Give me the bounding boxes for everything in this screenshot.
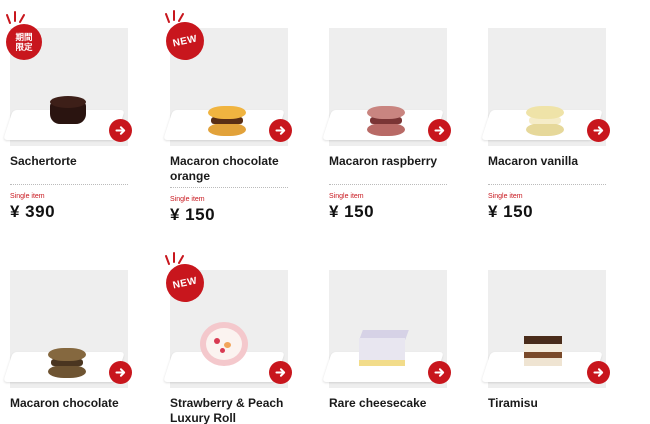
- product-card[interactable]: NEW Strawberry & Peach Luxury Roll: [162, 252, 292, 424]
- product-card[interactable]: 期間 限定 Sachertorte Single item ¥ 390: [3, 11, 132, 222]
- product-name[interactable]: Sachertorte: [10, 154, 132, 184]
- arrow-right-button[interactable]: [587, 119, 610, 142]
- arrow-right-button[interactable]: [109, 119, 132, 142]
- divider: [10, 184, 128, 185]
- sparkle-lines: [165, 252, 184, 265]
- arrow-right-button[interactable]: [109, 361, 132, 384]
- product-grid: 期間 限定 Sachertorte Single item ¥ 390 NEW M…: [0, 0, 650, 424]
- product-name[interactable]: Tiramisu: [488, 396, 610, 424]
- product-price: ¥ 150: [329, 202, 375, 221]
- arrow-right-icon: [115, 126, 126, 135]
- arrow-right-button[interactable]: [269, 361, 292, 384]
- arrow-right-icon: [593, 368, 604, 377]
- product-card[interactable]: Tiramisu: [481, 270, 610, 424]
- product-card[interactable]: NEW Macaron chocolate orange Single item…: [162, 10, 292, 225]
- single-item-label: Single item: [488, 193, 523, 200]
- arrow-right-icon: [275, 368, 286, 377]
- product-card[interactable]: Macaron raspberry Single item ¥ 150: [322, 28, 451, 222]
- product-image[interactable]: NEW: [162, 252, 292, 388]
- arrow-right-button[interactable]: [587, 361, 610, 384]
- arrow-right-icon: [434, 126, 445, 135]
- arrow-right-button[interactable]: [428, 361, 451, 384]
- product-price: ¥ 150: [488, 202, 534, 221]
- roll-cake-image: [200, 318, 248, 366]
- arrow-right-icon: [593, 126, 604, 135]
- product-image[interactable]: [322, 28, 451, 146]
- product-card[interactable]: Macaron chocolate: [3, 270, 132, 424]
- cheesecake-image: [359, 330, 411, 370]
- product-name[interactable]: Macaron vanilla: [488, 154, 610, 184]
- arrow-right-icon: [115, 368, 126, 377]
- arrow-right-button[interactable]: [269, 119, 292, 142]
- product-name[interactable]: Rare cheesecake: [329, 396, 451, 424]
- single-item-label: Single item: [10, 193, 45, 200]
- product-name[interactable]: Macaron raspberry: [329, 154, 451, 184]
- product-image[interactable]: [481, 28, 610, 146]
- macaron-vanilla-image: [526, 106, 564, 136]
- arrow-right-button[interactable]: [428, 119, 451, 142]
- new-badge: NEW: [162, 260, 208, 306]
- tiramisu-image: [524, 336, 564, 370]
- product-card[interactable]: Rare cheesecake: [322, 270, 451, 424]
- sparkle-lines: [165, 10, 184, 23]
- sachertorte-image: [50, 94, 86, 124]
- product-price: ¥ 150: [170, 205, 216, 224]
- product-card[interactable]: Macaron vanilla Single item ¥ 150: [481, 28, 610, 222]
- arrow-right-icon: [275, 126, 286, 135]
- single-item-label: Single item: [170, 196, 205, 203]
- product-image[interactable]: [322, 270, 451, 388]
- divider: [329, 184, 447, 185]
- product-image[interactable]: NEW: [162, 10, 292, 146]
- product-image[interactable]: 期間 限定: [3, 11, 132, 146]
- arrow-right-icon: [434, 368, 445, 377]
- single-item-label: Single item: [329, 193, 364, 200]
- product-name[interactable]: Strawberry & Peach Luxury Roll: [170, 396, 292, 424]
- limited-badge: 期間 限定: [6, 24, 42, 60]
- divider: [488, 184, 606, 185]
- product-image[interactable]: [3, 270, 132, 388]
- product-image[interactable]: [481, 270, 610, 388]
- product-name[interactable]: Macaron chocolate: [10, 396, 132, 424]
- macaron-orange-image: [208, 106, 246, 136]
- macaron-chocolate-image: [48, 348, 86, 378]
- macaron-raspberry-image: [367, 106, 405, 136]
- product-price: ¥ 390: [10, 202, 56, 221]
- product-name[interactable]: Macaron chocolate orange: [170, 154, 292, 184]
- sparkle-lines: [6, 11, 25, 24]
- new-badge: NEW: [162, 18, 208, 64]
- divider: [170, 187, 288, 188]
